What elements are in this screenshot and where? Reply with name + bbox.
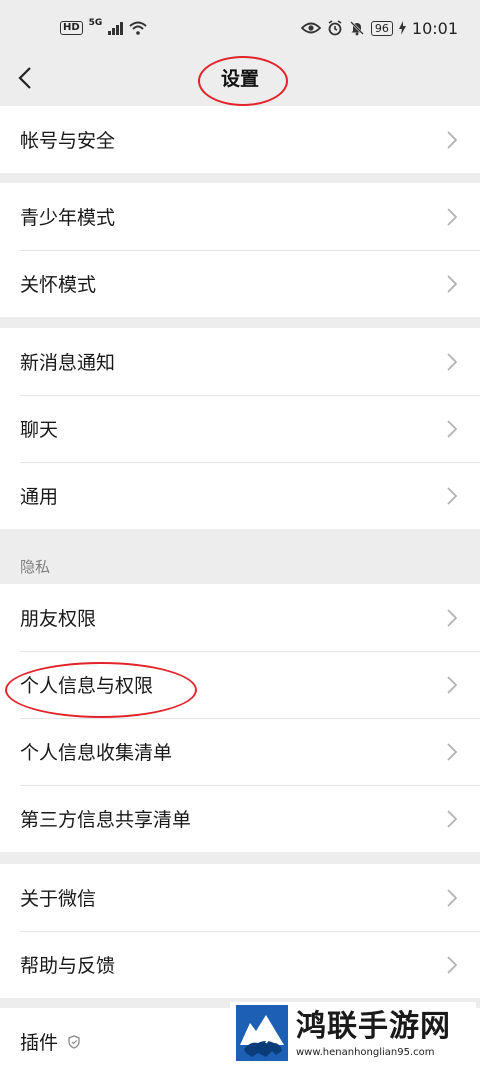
help-feedback-label: 帮助与反馈: [20, 955, 116, 977]
chevron-right-icon: [447, 810, 458, 828]
chevron-right-icon: [447, 420, 458, 438]
settings-group-about: 关于微信 帮助与反馈: [0, 864, 480, 998]
watermark: 鸿联手游网 www.henanhonglian95.com: [230, 1002, 476, 1064]
alarm-icon: [328, 20, 342, 36]
plugins-label: 插件: [20, 1032, 59, 1054]
page-title: 设置: [220, 68, 259, 90]
help-feedback-item[interactable]: 帮助与反馈: [0, 931, 480, 998]
teen-mode-item[interactable]: 青少年模式: [0, 183, 480, 250]
chevron-right-icon: [447, 275, 458, 293]
personal-info-collection-list-item[interactable]: 个人信息收集清单: [0, 718, 480, 785]
friend-permissions-item[interactable]: 朋友权限: [0, 584, 480, 651]
about-wechat-label: 关于微信: [20, 888, 97, 910]
chevron-right-icon: [447, 487, 458, 505]
nav-bar: 设置: [0, 56, 480, 106]
bull-logo-icon: [236, 1005, 288, 1061]
personal-info-collection-list-label: 个人信息收集清单: [20, 742, 173, 764]
personal-info-permissions-item[interactable]: 个人信息与权限: [0, 651, 480, 718]
shield-icon: [68, 1034, 80, 1049]
new-message-notification-item[interactable]: 新消息通知: [0, 328, 480, 395]
watermark-title: 鸿联手游网: [296, 1008, 451, 1044]
settings-group-modes: 青少年模式 关怀模式: [0, 183, 480, 317]
chevron-right-icon: [447, 743, 458, 761]
new-message-notification-label: 新消息通知: [20, 352, 116, 374]
chat-item[interactable]: 聊天: [0, 395, 480, 462]
settings-group-general: 新消息通知 聊天 通用: [0, 328, 480, 529]
status-bar-left: HD 5G: [60, 18, 147, 35]
account-security-label: 帐号与安全: [20, 130, 116, 152]
charging-icon: [398, 21, 406, 35]
watermark-url: www.henanhonglian95.com: [296, 1046, 435, 1058]
chat-label: 聊天: [20, 419, 59, 441]
hd-indicator: HD: [60, 21, 83, 35]
third-party-sharing-list-item[interactable]: 第三方信息共享清单: [0, 785, 480, 852]
clock: 10:01: [411, 18, 458, 38]
status-bar: HD 5G 96 10:01: [0, 0, 480, 56]
general-label: 通用: [20, 486, 59, 508]
care-mode-item[interactable]: 关怀模式: [0, 250, 480, 317]
privacy-section-label: 隐私: [20, 558, 51, 576]
chevron-right-icon: [447, 889, 458, 907]
personal-info-permissions-label: 个人信息与权限: [20, 675, 154, 697]
chevron-right-icon: [447, 956, 458, 974]
settings-group-privacy: 朋友权限 个人信息与权限 个人信息收集清单 第三方信息共享清单: [0, 584, 480, 852]
chevron-right-icon: [447, 208, 458, 226]
network-type: 5G: [88, 18, 103, 28]
signal-icon: [108, 21, 124, 35]
about-wechat-item[interactable]: 关于微信: [0, 864, 480, 931]
chevron-right-icon: [447, 131, 458, 149]
chevron-right-icon: [447, 676, 458, 694]
friend-permissions-label: 朋友权限: [20, 608, 97, 630]
status-bar-right: 96 10:01: [300, 18, 458, 38]
watermark-text: 鸿联手游网 www.henanhonglian95.com: [296, 1009, 451, 1058]
general-item[interactable]: 通用: [0, 462, 480, 529]
account-security-item[interactable]: 帐号与安全: [0, 106, 480, 173]
mute-bell-icon: [350, 21, 364, 36]
chevron-right-icon: [447, 609, 458, 627]
teen-mode-label: 青少年模式: [20, 207, 116, 229]
chevron-right-icon: [447, 353, 458, 371]
eye-icon: [300, 22, 321, 34]
wifi-icon: [129, 21, 147, 35]
care-mode-label: 关怀模式: [20, 274, 97, 296]
third-party-sharing-list-label: 第三方信息共享清单: [20, 809, 192, 831]
battery-level: 96: [370, 20, 393, 36]
settings-group-account: 帐号与安全: [0, 106, 480, 173]
